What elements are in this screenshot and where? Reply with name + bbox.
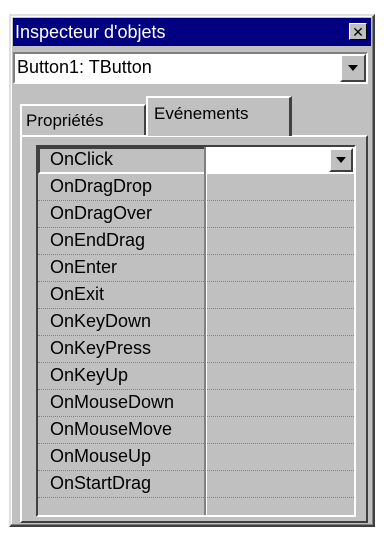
event-handler-input[interactable]	[207, 147, 354, 174]
event-row[interactable]: OnMouseUp	[38, 444, 354, 471]
chevron-down-icon	[348, 65, 358, 71]
event-row[interactable]: OnDragOver	[38, 201, 354, 228]
object-inspector-window: Inspecteur d'objets ✕ Button1: TButton P…	[9, 14, 375, 527]
event-name: OnExit	[50, 284, 105, 304]
event-name: OnKeyDown	[50, 311, 152, 331]
object-selector-combo[interactable]: Button1: TButton	[13, 52, 368, 84]
event-name: OnDragDrop	[50, 176, 153, 196]
tab-events[interactable]: Evénements	[146, 96, 292, 136]
event-name: OnMouseMove	[50, 419, 173, 439]
event-handler-dropdown-button[interactable]	[329, 148, 353, 172]
event-row[interactable]: OnKeyUp	[38, 363, 354, 390]
inspector-tabs: Propriétés Evénements	[11, 94, 373, 136]
event-name: OnDragOver	[50, 203, 153, 223]
event-row[interactable]: OnClick	[38, 147, 354, 174]
event-row[interactable]: OnKeyDown	[38, 309, 354, 336]
event-name: OnEnter	[50, 257, 118, 277]
event-name: OnMouseUp	[50, 446, 152, 466]
object-selector-value: Button1: TButton	[17, 57, 152, 77]
event-name: OnClick	[50, 149, 114, 169]
event-row[interactable]: OnExit	[38, 282, 354, 309]
event-row[interactable]: OnEndDrag	[38, 228, 354, 255]
event-name: OnMouseDown	[50, 392, 175, 412]
tab-properties[interactable]: Propriétés	[20, 104, 146, 136]
events-panel: OnClick OnDragDrop OnDragOver OnEndDrag OnEn…	[20, 135, 368, 523]
event-row[interactable]: OnMouseMove	[38, 417, 354, 444]
close-button[interactable]: ✕	[349, 23, 367, 40]
event-name: OnKeyPress	[50, 338, 152, 358]
event-row[interactable]: OnEnter	[38, 255, 354, 282]
event-name: OnStartDrag	[50, 473, 152, 493]
event-name: OnKeyUp	[50, 365, 129, 385]
tab-properties-label: Propriétés	[26, 111, 104, 130]
tab-events-label: Evénements	[154, 104, 249, 123]
chevron-down-icon	[336, 157, 346, 163]
event-row[interactable]: OnKeyPress	[38, 336, 354, 363]
events-grid: OnClick OnDragDrop OnDragOver OnEndDrag OnEn…	[36, 145, 356, 517]
object-selector-dropdown-button[interactable]	[340, 54, 366, 82]
event-row[interactable]: OnStartDrag	[38, 471, 354, 498]
event-row[interactable]: OnDragDrop	[38, 174, 354, 201]
event-name: OnEndDrag	[50, 230, 146, 250]
close-icon: ✕	[352, 23, 364, 40]
title-bar[interactable]: Inspecteur d'objets ✕	[13, 18, 371, 46]
event-row[interactable]: OnMouseDown	[38, 390, 354, 417]
window-title: Inspecteur d'objets	[15, 21, 166, 42]
